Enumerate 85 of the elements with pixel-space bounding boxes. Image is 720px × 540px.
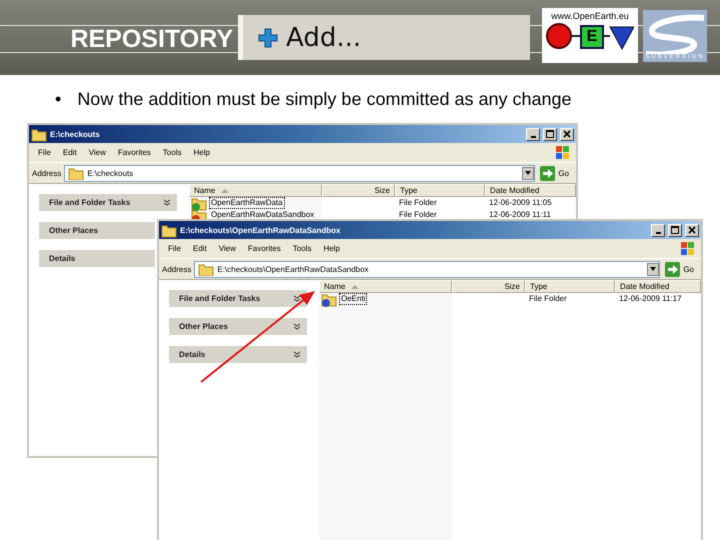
- close-icon: [562, 129, 572, 139]
- address-label: Address: [162, 264, 192, 274]
- sort-arrow-icon: [221, 188, 230, 194]
- close-button[interactable]: [685, 224, 699, 236]
- close-button[interactable]: [560, 128, 574, 140]
- file-name[interactable]: OpenEarthRawDataSandbox: [209, 209, 316, 221]
- menu-item[interactable]: Edit: [188, 242, 212, 255]
- go-button[interactable]: Go: [663, 262, 698, 276]
- file-date: 12-06-2009 11:17: [618, 294, 683, 304]
- window-title: E:\checkouts: [50, 130, 101, 138]
- sort-arrow-icon: [351, 284, 360, 290]
- folder-icon: [198, 262, 214, 276]
- column-header[interactable]: Date Modified: [615, 280, 701, 293]
- caret-icon: [649, 265, 658, 273]
- file-date: 12-06-2009 11:05: [488, 198, 553, 208]
- column-header[interactable]: Name: [319, 280, 452, 293]
- chevron-icon: [293, 323, 301, 330]
- slide-title: Add...: [286, 22, 362, 52]
- maximize-icon: [670, 225, 680, 235]
- logo-letter: E: [580, 25, 604, 49]
- section-title: REPOSITORY: [69, 25, 234, 54]
- address-field[interactable]: E:\checkouts: [64, 164, 536, 182]
- file-date: 12-06-2009 11:11: [488, 210, 552, 220]
- task-panel-header[interactable]: File and Folder Tasks: [169, 290, 307, 307]
- caret-icon: [524, 169, 532, 177]
- folder-icon: [161, 222, 177, 238]
- menu-item[interactable]: View: [84, 146, 111, 159]
- chevron-icon: [293, 351, 301, 358]
- go-arrow-icon: [540, 166, 556, 180]
- window-title: E:\checkouts\OpenEarthRawDataSandbox: [180, 226, 342, 234]
- minimize-button[interactable]: [651, 224, 665, 236]
- menu-item[interactable]: File: [163, 242, 186, 255]
- chevron-icon: [163, 199, 171, 206]
- file-type: File Folder: [528, 294, 568, 304]
- maximize-icon: [545, 129, 555, 139]
- windows-flag-icon: [678, 239, 697, 258]
- menu-item[interactable]: Edit: [58, 146, 82, 159]
- swoosh-icon: [644, 14, 706, 54]
- folder-icon: [31, 126, 47, 142]
- maximize-button[interactable]: [543, 128, 557, 140]
- address-field[interactable]: E:\checkouts\OpenEarthRawDataSandbox: [194, 260, 660, 278]
- column-header[interactable]: Date Modified: [485, 184, 576, 197]
- bullet-mark: •: [55, 89, 62, 110]
- column-header[interactable]: Type: [395, 184, 485, 197]
- column-header[interactable]: Size: [452, 280, 525, 293]
- task-panel-header[interactable]: Other Places: [169, 318, 307, 335]
- menu-item[interactable]: Help: [318, 242, 345, 255]
- circle-icon: [546, 23, 580, 51]
- go-button[interactable]: Go: [538, 166, 573, 180]
- menu-item[interactable]: View: [214, 242, 241, 255]
- file-type: File Folder: [398, 198, 438, 208]
- task-panel-header[interactable]: Details: [39, 250, 155, 267]
- minimize-icon: [530, 136, 536, 138]
- file-name[interactable]: OpenEarthRawData: [209, 197, 285, 209]
- maximize-button[interactable]: [668, 224, 682, 236]
- dropdown-button[interactable]: [647, 262, 660, 276]
- dropdown-button[interactable]: [522, 166, 534, 180]
- folder-icon: [191, 196, 207, 210]
- menu-item[interactable]: Tools: [158, 146, 186, 159]
- go-arrow-icon: [665, 262, 680, 276]
- file-name[interactable]: OeEnti: [339, 293, 368, 305]
- column-header[interactable]: Name: [189, 184, 322, 197]
- menu-item[interactable]: File: [33, 146, 56, 159]
- plus-icon: [258, 28, 278, 48]
- task-panel-header[interactable]: File and Folder Tasks: [39, 194, 177, 211]
- menu-item[interactable]: Tools: [288, 242, 316, 255]
- column-header[interactable]: Type: [525, 280, 615, 293]
- file-type: File Folder: [398, 210, 438, 220]
- task-panel-header[interactable]: Other Places: [39, 222, 155, 239]
- column-header[interactable]: Size: [322, 184, 395, 197]
- address-label: Address: [32, 168, 62, 178]
- menu-item[interactable]: Help: [188, 146, 215, 159]
- folder-icon: [68, 166, 84, 180]
- triangle-icon: [604, 24, 634, 50]
- bullet-text: Now the addition must be simply be committed as any change: [77, 89, 572, 110]
- minimize-icon: [656, 232, 660, 234]
- windows-flag-icon: [553, 143, 572, 162]
- close-icon: [687, 225, 697, 235]
- menu-item[interactable]: Favorites: [242, 242, 286, 255]
- logo-url: www.OpenEarth.eu: [551, 11, 629, 21]
- folder-icon: [321, 292, 337, 306]
- minimize-button[interactable]: [526, 128, 540, 140]
- menu-item[interactable]: Favorites: [112, 146, 156, 159]
- task-panel-header[interactable]: Details: [169, 346, 307, 363]
- chevron-icon: [293, 295, 301, 302]
